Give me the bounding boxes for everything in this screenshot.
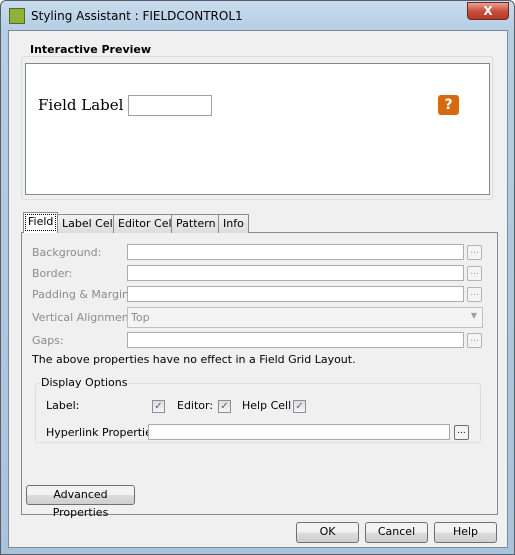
advanced-properties-button[interactable]: Advanced Properties [26,485,135,519]
tab-info[interactable]: Info [218,214,249,233]
gaps-browse-button[interactable]: ... [467,333,482,348]
tab-label-cell[interactable]: Label Cell [57,214,121,233]
app-icon [9,8,25,24]
cancel-button[interactable]: Cancel [365,522,428,543]
preview-group-label: Interactive Preview [28,43,154,56]
tab-editor-cell[interactable]: Editor Cell [113,214,180,233]
tab-pattern[interactable]: Pattern [171,214,221,233]
padding-margin-label: Padding & Margin: [32,288,133,301]
help-button[interactable]: Help [434,522,497,543]
vertical-alignment-label: Vertical Alignment: [32,311,137,324]
ok-button[interactable]: OK [296,522,359,543]
window-title: Styling Assistant : FIELDCONTROL1 [31,9,243,23]
hyperlink-browse-button[interactable]: ... [454,425,469,440]
editor-checkbox[interactable]: ✓ [218,400,231,413]
close-button[interactable]: X [467,2,509,20]
label-option-label: Label: [46,399,80,412]
border-input[interactable] [127,265,464,281]
background-browse-button[interactable]: ... [467,245,482,260]
background-input[interactable] [127,244,464,260]
editor-option-label: Editor: [177,399,214,412]
border-browse-button[interactable]: ... [467,266,482,281]
display-options-label: Display Options [40,376,129,389]
help-cell-checkbox[interactable]: ✓ [293,400,306,413]
vertical-alignment-select[interactable]: Top ▼ [127,307,483,328]
vertical-alignment-value: Top [131,311,150,324]
help-cell-option-label: Help Cell [242,399,292,412]
background-label: Background: [32,246,102,259]
border-label: Border: [32,267,73,280]
tab-field[interactable]: Field [23,212,59,233]
gaps-label: Gaps: [32,334,64,347]
label-checkbox[interactable]: ✓ [152,400,165,413]
gaps-input[interactable] [127,332,464,348]
preview-field-input[interactable] [128,95,212,116]
padding-margin-input[interactable] [127,286,464,302]
padding-margin-browse-button[interactable]: ... [467,287,482,302]
preview-field-label: Field Label [38,96,124,114]
hyperlink-properties-label: Hyperlink Properties [46,426,158,439]
help-icon[interactable]: ? [438,95,459,115]
dialog-window: Styling Assistant : FIELDCONTROL1 X Inte… [0,0,515,555]
preview-area [25,63,490,195]
chevron-down-icon: ▼ [470,311,477,320]
hyperlink-properties-input[interactable] [148,424,450,440]
grid-layout-note: The above properties have no effect in a… [32,353,356,366]
